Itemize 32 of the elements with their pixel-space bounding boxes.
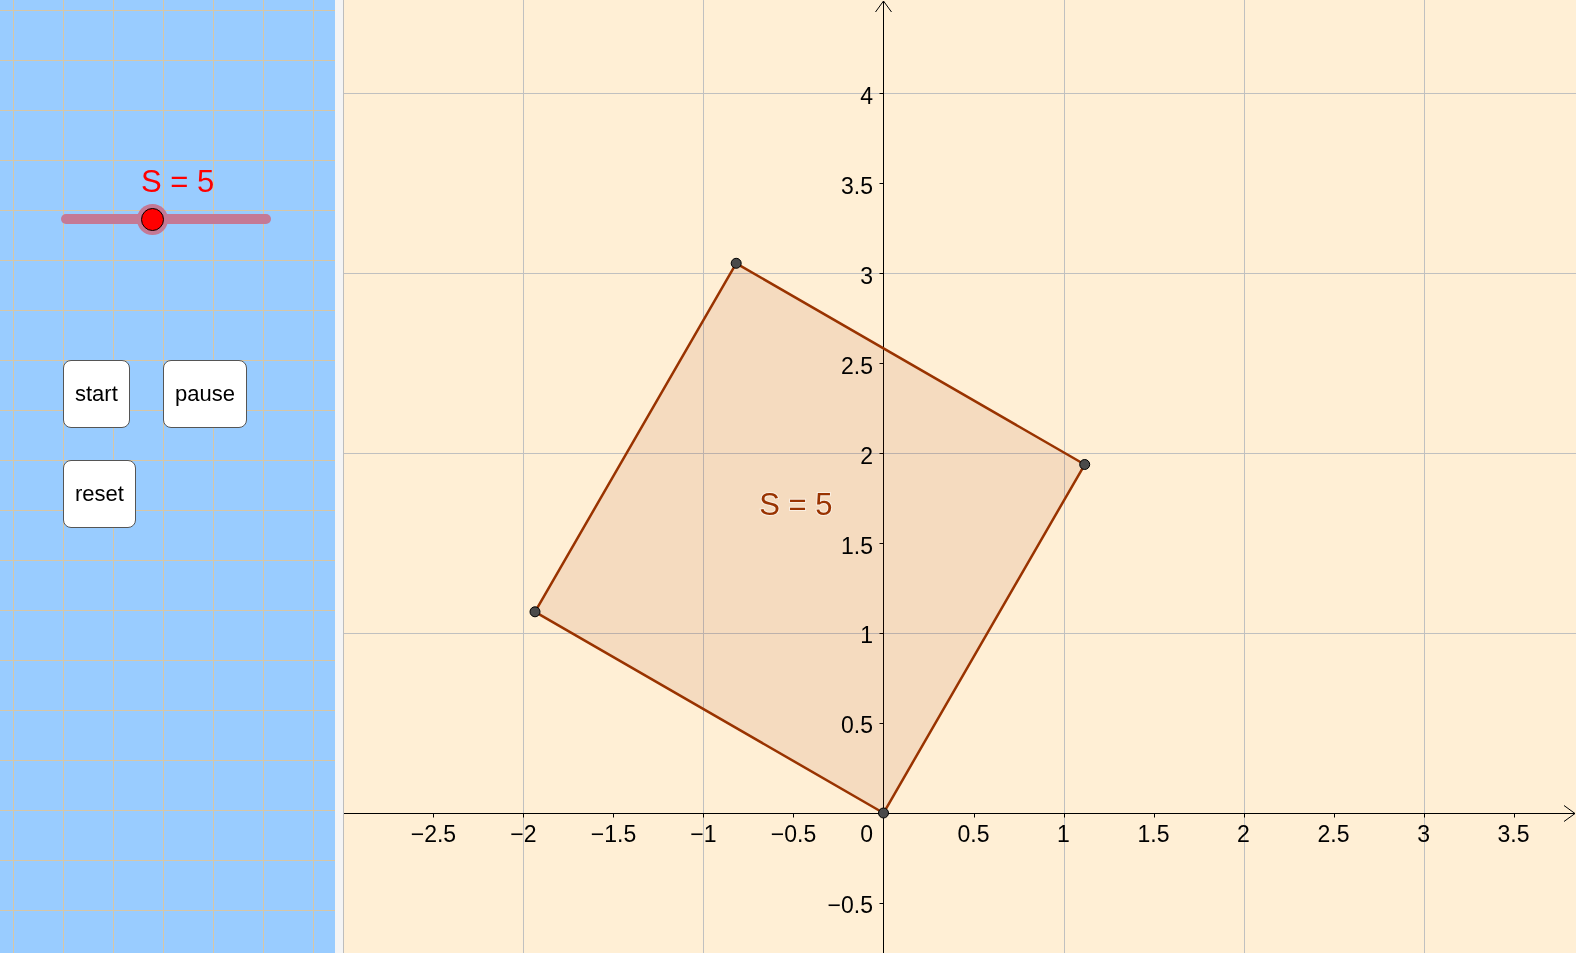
action-button[interactable]: reset	[63, 460, 136, 528]
vertex-point	[730, 257, 742, 269]
vertex-point	[1079, 459, 1091, 470]
action-button[interactable]: pause	[163, 360, 247, 428]
tick-label: 3	[860, 262, 873, 289]
tick-label: 1.5	[1137, 821, 1170, 847]
tick-label: −2	[510, 821, 537, 847]
tick-label: −0.5	[770, 821, 817, 847]
tick-label: 2.5	[1317, 821, 1350, 847]
area-label: S = 5	[759, 487, 833, 523]
tick-label: −2.5	[410, 821, 457, 847]
slider-label: S = 5	[141, 164, 215, 200]
tick-label: 3.5	[1497, 821, 1530, 847]
tick-label: 1	[860, 622, 873, 649]
tick-label: 1	[1057, 821, 1070, 847]
tick-label: 2	[860, 442, 873, 469]
tick-label: −0.5	[827, 892, 873, 919]
tick-label: 1.5	[841, 532, 873, 559]
vertex-point	[529, 606, 541, 618]
tick-label: 0.5	[957, 821, 990, 847]
tick-label: −1	[690, 821, 717, 847]
vertex-point	[878, 807, 889, 819]
tick-label: 3	[1417, 821, 1430, 847]
origin-label: 0	[860, 821, 873, 847]
tick-label: 2	[1237, 821, 1250, 847]
tick-label: 4	[860, 82, 873, 109]
slider-thumb[interactable]	[136, 203, 168, 235]
tick-label: 3.5	[841, 172, 873, 199]
tick-label: 2.5	[841, 352, 873, 379]
action-button[interactable]: start	[63, 360, 130, 428]
tick-label: −1.5	[590, 821, 637, 847]
tick-label: 0.5	[841, 712, 873, 739]
